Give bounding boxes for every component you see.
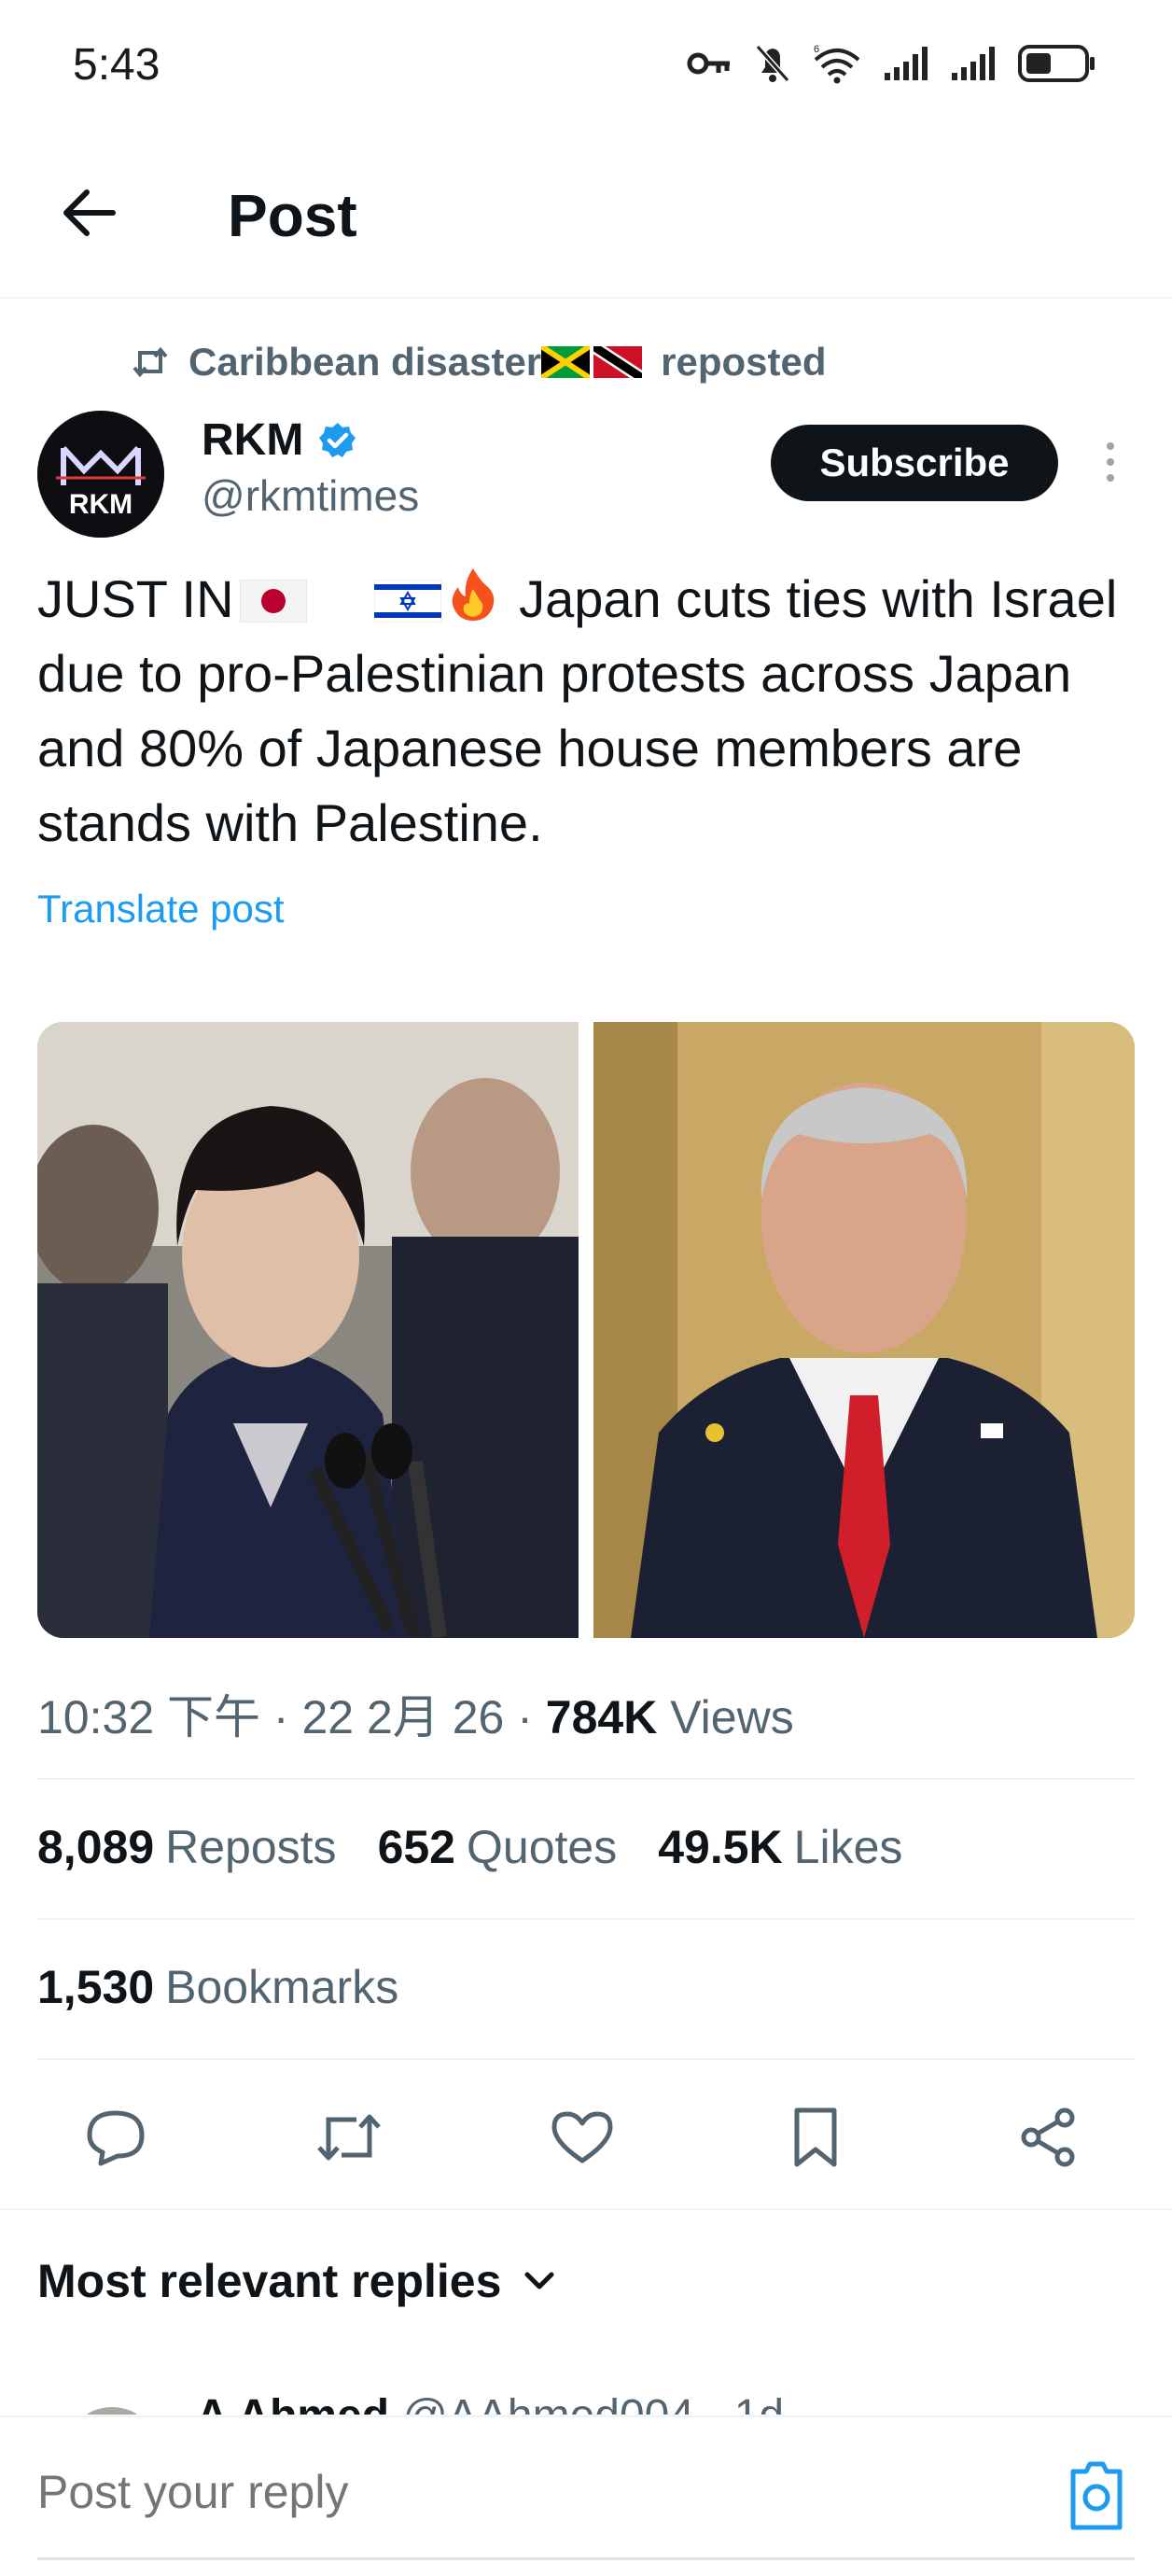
reply-composer	[0, 2415, 1172, 2576]
chevron-down-icon	[524, 2272, 554, 2289]
verified-badge-icon	[319, 422, 356, 457]
author-name-row[interactable]: RKM	[202, 414, 357, 466]
arrow-left-icon	[63, 189, 116, 236]
post-date[interactable]: 22 2月 26	[301, 1691, 504, 1743]
reply-author-handle: @AAhmed004 · 1d	[402, 2391, 784, 2415]
photo-woman-at-microphones	[37, 1022, 579, 1638]
bookmark-button[interactable]	[778, 2100, 853, 2175]
svg-text:RKM: RKM	[69, 489, 133, 520]
replies-sort-dropdown[interactable]: Most relevant replies	[37, 2254, 557, 2308]
bookmark-icon	[794, 2107, 837, 2167]
signal-icon	[885, 47, 928, 80]
quotes-stat[interactable]: 652 Quotes	[378, 1820, 618, 1874]
likes-stat[interactable]: 49.5K Likes	[658, 1820, 902, 1874]
repost-button[interactable]	[312, 2100, 386, 2175]
photo-man-in-suit	[593, 1022, 1135, 1638]
reply-author-name: A Ahmed	[196, 2391, 389, 2415]
more-options-button[interactable]	[1094, 429, 1127, 495]
divider	[0, 2208, 1172, 2210]
post-text-prefix: JUST IN	[37, 569, 234, 628]
post-text: JUST IN Japan cuts ties with Israel due …	[37, 562, 1148, 861]
reposter-name: Caribbean disaster	[188, 340, 542, 384]
post-meta: 10:32 下午 · 22 2月 26 · 784K Views	[37, 1691, 794, 1743]
battery-icon	[1018, 45, 1095, 82]
share-icon	[1021, 2107, 1075, 2167]
author-handle[interactable]: @rkmtimes	[202, 470, 419, 521]
author-name: RKM	[202, 415, 304, 465]
signal-icon	[952, 47, 995, 80]
views-label: Views	[670, 1691, 794, 1743]
page-title: Post	[228, 182, 357, 249]
share-button[interactable]	[1012, 2100, 1086, 2175]
jamaica-flag-icon	[541, 346, 591, 378]
subscribe-button[interactable]: Subscribe	[771, 425, 1058, 501]
views-count: 784K	[545, 1691, 658, 1743]
rkm-logo: RKM	[37, 411, 164, 538]
replies-heading: Most relevant replies	[37, 2255, 502, 2307]
reposts-stat[interactable]: 8,089 Reposts	[37, 1820, 337, 1874]
trinidad-flag-icon	[593, 346, 643, 378]
status-icons: 6	[687, 43, 1097, 84]
avatar[interactable]: RKM	[37, 411, 164, 538]
dot-icon	[1107, 442, 1114, 450]
status-time: 5:43	[73, 40, 160, 90]
photo-right[interactable]	[593, 1022, 1135, 1638]
divider	[37, 1778, 1135, 1780]
camera-icon	[1070, 2461, 1123, 2530]
divider	[37, 2058, 1135, 2060]
action-bar	[0, 2081, 1172, 2193]
wifi-6-icon: 6	[814, 44, 860, 84]
japan-flag-icon	[239, 580, 307, 623]
add-photo-button[interactable]	[1064, 2458, 1129, 2533]
media-grid	[37, 1022, 1135, 1638]
reply-icon	[87, 2110, 145, 2166]
bell-muted-icon	[755, 45, 790, 82]
repost-suffix: reposted	[661, 340, 827, 384]
like-button[interactable]	[545, 2100, 620, 2175]
back-button[interactable]	[56, 180, 121, 245]
reply-input[interactable]	[37, 2455, 1017, 2529]
repost-icon	[317, 2114, 381, 2161]
reply-preview[interactable]: A Ahmed @AAhmed004 · 1d	[75, 2385, 1148, 2415]
dot-icon	[1107, 458, 1114, 466]
reply-avatar	[86, 2407, 138, 2415]
repost-context[interactable]: Caribbean disaster reposted	[131, 334, 827, 390]
fire-icon	[452, 568, 494, 621]
svg-text:6: 6	[814, 44, 819, 55]
repost-icon	[133, 346, 168, 378]
reply-input-underline	[37, 2557, 1135, 2560]
post-time[interactable]: 10:32 下午	[37, 1691, 260, 1743]
photo-left[interactable]	[37, 1022, 579, 1638]
dot-icon	[1107, 474, 1114, 482]
status-bar: 5:43 6	[0, 0, 1172, 135]
engagement-stats: 8,089 Reposts 652 Quotes 49.5K Likes	[37, 1820, 902, 1874]
like-icon	[551, 2111, 613, 2163]
top-app-bar: Post	[0, 135, 1172, 299]
key-icon	[687, 52, 730, 75]
divider	[37, 1918, 1135, 1920]
reply-button[interactable]	[78, 2100, 153, 2175]
bookmarks-stat[interactable]: 1,530 Bookmarks	[37, 1960, 398, 2014]
translate-post-link[interactable]: Translate post	[37, 887, 285, 931]
israel-flag-icon	[373, 580, 441, 623]
